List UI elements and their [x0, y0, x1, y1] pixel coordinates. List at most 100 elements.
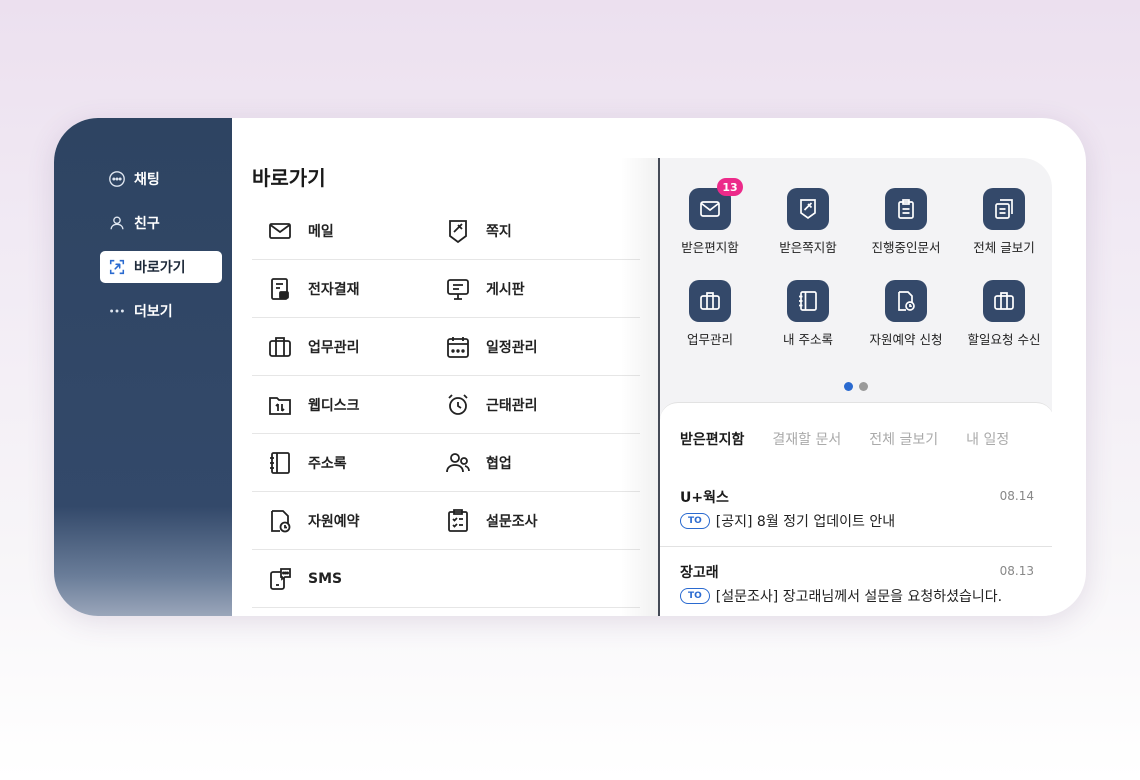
message-date: 08.14: [999, 489, 1034, 503]
shortcut-survey[interactable]: 설문조사: [444, 492, 538, 550]
message-line: TO [공지] 8월 정기 업데이트 안내: [680, 511, 895, 531]
addressbook-icon: [787, 280, 829, 322]
tab-all-posts[interactable]: 전체 글보기: [869, 429, 938, 449]
shortcut-panel: 바로가기 메일 쪽지 전자결재 게시판 업무관리 일정관리 웹디스크 근태관리 …: [232, 118, 660, 616]
shortcut-label: 업무관리: [308, 340, 360, 356]
shortcut-label: 설문조사: [486, 514, 538, 530]
page-dot[interactable]: [859, 382, 868, 391]
message-item[interactable]: 장고래 08.13 TO [설문조사] 장고래님께서 설문을 요청하셨습니다.: [660, 550, 1052, 616]
shortcut-icon: [108, 258, 126, 276]
tab-my-schedule[interactable]: 내 일정: [966, 429, 1009, 449]
widget-app-reservation-request[interactable]: 자원예약 신청: [858, 280, 954, 348]
message-line: TO [설문조사] 장고래님께서 설문을 요청하셨습니다.: [680, 586, 1002, 606]
shortcut-row: 전자결재 게시판: [252, 260, 640, 318]
sidebar-item-chat[interactable]: 채팅: [100, 163, 222, 195]
shortcut-approval[interactable]: 전자결재: [266, 260, 360, 318]
shortcut-sms[interactable]: SMS: [266, 550, 342, 608]
sidebar: 채팅 친구 바로가기 더보기: [54, 118, 232, 616]
shortcut-webdisk[interactable]: 웹디스크: [266, 376, 360, 434]
panel-shadow: [620, 158, 660, 616]
shortcut-label: 게시판: [486, 282, 525, 298]
webdisk-icon: [266, 391, 294, 419]
widget-app-notes[interactable]: 받은쪽지함: [760, 188, 856, 256]
shortcut-label: 근태관리: [486, 398, 538, 414]
to-badge: TO: [680, 513, 710, 529]
briefcase-icon: [689, 280, 731, 322]
widget-app-label: 받은쪽지함: [779, 240, 837, 255]
widget-app-label: 업무관리: [686, 332, 733, 347]
message-subject: [설문조사] 장고래님께서 설문을 요청하셨습니다.: [715, 589, 1003, 605]
shortcut-label: 웹디스크: [308, 398, 360, 414]
sidebar-item-friends[interactable]: 친구: [100, 207, 222, 239]
clipboard-icon: [885, 188, 927, 230]
sidebar-item-more[interactable]: 더보기: [100, 295, 222, 327]
collab-icon: [444, 449, 472, 477]
briefcase-icon: [266, 333, 294, 361]
shortcut-collab[interactable]: 협업: [444, 434, 512, 492]
widget-app-todo-received[interactable]: 할일요청 수신: [956, 280, 1052, 348]
shortcut-reservation[interactable]: 자원예약: [266, 492, 360, 550]
sidebar-item-label: 친구: [134, 216, 160, 232]
sidebar-item-label: 채팅: [134, 172, 160, 188]
shortcut-task[interactable]: 업무관리: [266, 318, 360, 376]
shortcut-addressbook[interactable]: 주소록: [266, 434, 347, 492]
shortcut-row: 웹디스크 근태관리: [252, 376, 640, 434]
page-indicator: [844, 382, 868, 391]
sms-icon: [266, 565, 294, 593]
sidebar-item-label: 더보기: [134, 304, 173, 320]
shortcut-label: 자원예약: [308, 514, 360, 530]
tab-inbox[interactable]: 받은편지함: [680, 429, 744, 449]
shortcut-label: SMS: [308, 571, 343, 587]
widget-app-all-posts[interactable]: 전체 글보기: [956, 188, 1052, 256]
person-icon: [108, 214, 126, 232]
shortcut-label: 주소록: [308, 456, 347, 472]
survey-icon: [444, 507, 472, 535]
note-icon: [444, 217, 472, 245]
alarm-icon: [444, 391, 472, 419]
shortcut-row: 업무관리 일정관리: [252, 318, 640, 376]
shortcut-board[interactable]: 게시판: [444, 260, 525, 318]
sidebar-item-shortcuts[interactable]: 바로가기: [100, 251, 222, 283]
briefcase-icon: [983, 280, 1025, 322]
shortcut-row: SMS: [252, 550, 640, 608]
note-icon: [787, 188, 829, 230]
page-dot-active[interactable]: [844, 382, 853, 391]
widget-app-label: 자원예약 신청: [869, 332, 943, 347]
shortcut-label: 협업: [486, 456, 512, 472]
app-window: 채팅 친구 바로가기 더보기 바로가기 메일 쪽지 전자결재 게시판 업무관리 …: [54, 118, 1086, 616]
board-icon: [444, 275, 472, 303]
more-icon: [108, 302, 126, 320]
message-sender: 장고래: [680, 565, 719, 581]
widget-app-label: 내 주소록: [783, 332, 833, 347]
widget-app-task[interactable]: 업무관리: [662, 280, 758, 348]
message-date: 08.13: [999, 564, 1034, 578]
widget-app-progress-docs[interactable]: 진행중인문서: [858, 188, 954, 256]
shortcut-row: 자원예약 설문조사: [252, 492, 640, 550]
unread-badge: 13: [717, 178, 743, 196]
message-subject: [공지] 8월 정기 업데이트 안내: [715, 514, 896, 530]
widget-app-my-addressbook[interactable]: 내 주소록: [760, 280, 856, 348]
reservation-icon: [266, 507, 294, 535]
inbox-tabs: 받은편지함 결재할 문서 전체 글보기 내 일정: [680, 429, 1037, 449]
approval-icon: [266, 275, 294, 303]
shortcut-row: 주소록 협업: [252, 434, 640, 492]
widget-app-inbox[interactable]: 13 받은편지함: [662, 178, 758, 256]
to-badge: TO: [680, 588, 710, 604]
calendar-icon: [444, 333, 472, 361]
widget-panel: 13 받은편지함 받은쪽지함 진행중인문서 전체 글보기 업무관리 내 주소록 …: [658, 158, 1052, 616]
shortcut-note[interactable]: 쪽지: [444, 202, 512, 260]
addressbook-icon: [266, 449, 294, 477]
shortcut-schedule[interactable]: 일정관리: [444, 318, 538, 376]
message-item[interactable]: U+웍스 08.14 TO [공지] 8월 정기 업데이트 안내: [660, 475, 1052, 547]
shortcut-mail[interactable]: 메일: [266, 202, 334, 260]
widget-app-label: 전체 글보기: [973, 240, 1035, 255]
chat-icon: [108, 170, 126, 188]
shortcut-label: 쪽지: [486, 224, 512, 240]
shortcut-attendance[interactable]: 근태관리: [444, 376, 538, 434]
inbox-card: 받은편지함 결재할 문서 전체 글보기 내 일정 U+웍스 08.14 TO […: [660, 402, 1052, 616]
widget-app-label: 할일요청 수신: [967, 332, 1041, 347]
tab-pending-approval[interactable]: 결재할 문서: [772, 429, 841, 449]
page-title: 바로가기: [252, 166, 326, 190]
shortcut-label: 전자결재: [308, 282, 360, 298]
mail-icon: 13: [689, 178, 743, 230]
